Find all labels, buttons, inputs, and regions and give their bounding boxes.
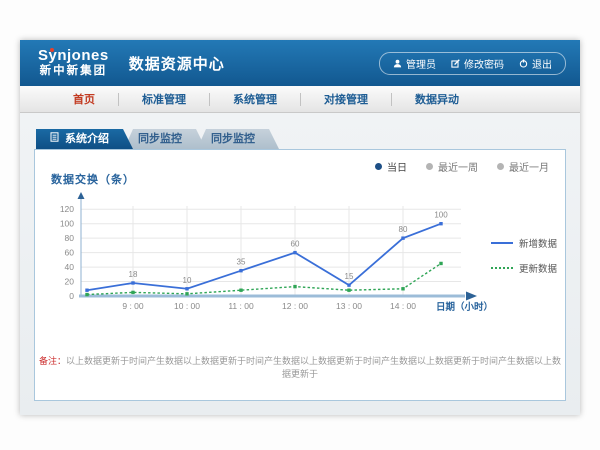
legend-label: 更新数据 [519,261,557,275]
time-filter-1[interactable]: 最近一周 [426,159,478,174]
user-action-edit[interactable]: 修改密码 [451,56,504,71]
user-action-label: 管理员 [406,56,436,71]
data-point [439,222,442,225]
footnote: 备注：以上数据更新于时间产生数据以上数据更新于时间产生数据以上数据更新于时间产生… [35,354,565,380]
y-axis-arrow-icon [78,192,85,199]
series-line-1 [87,263,441,294]
data-point-label: 35 [237,258,246,267]
x-axis-arrow-icon [466,292,477,301]
tab-label: 系统介绍 [65,129,109,149]
data-point [131,291,134,294]
user-action-user[interactable]: 管理员 [393,56,436,71]
legend-line-sample [491,242,513,244]
radio-dot-icon [375,163,382,170]
tab-strip: 系统介绍 同步监控 同步监控 [36,129,566,149]
data-point-label: 80 [399,225,408,234]
line-chart: 0 20 40 60 80 100 120 9 : 00 10 : 00 11 : 00 12 : … [45,190,495,325]
user-action-power[interactable]: 退出 [519,56,552,71]
nav-item-3[interactable]: 对接管理 [301,91,391,107]
x-axis-title: 日期（小时） [436,301,493,313]
y-tick-label: 0 [69,291,74,301]
tab-1[interactable]: 同步监控 [124,129,206,149]
nav-item-0[interactable]: 首页 [50,91,118,107]
footnote-prefix: 备注： [39,356,66,366]
data-point [239,289,242,292]
tab-2[interactable]: 同步监控 [197,129,279,149]
user-actions-bar: 管理员 修改密码 退出 [379,52,566,75]
radio-dot-icon [426,163,433,170]
chart-legend: 新增数据更新数据 [491,236,557,286]
x-tick-label: 10 : 00 [174,301,200,311]
nav-item-4[interactable]: 数据异动 [392,91,482,107]
main-nav: 首页标准管理系统管理对接管理数据异动 [20,86,580,113]
x-tick-label: 14 : 00 [390,301,416,311]
legend-line-sample [491,267,513,269]
data-point [439,262,442,265]
radio-label: 最近一月 [509,159,549,174]
company-logo: Synjones 新中新集团 [34,48,113,78]
data-point-label: 10 [183,276,192,285]
data-point [293,251,296,254]
y-tick-label: 60 [65,248,75,258]
app-header: Synjones 新中新集团 数据资源中心 管理员 修改密码 退出 [20,40,580,86]
legend-label: 新增数据 [519,236,557,250]
data-point [401,287,404,290]
logo-text: Synjones [38,48,109,63]
nav-item-2[interactable]: 系统管理 [210,91,300,107]
x-tick-label: 12 : 00 [282,301,308,311]
page-title: 数据资源中心 [129,53,225,74]
data-point [293,285,296,288]
tab-label: 同步监控 [138,133,182,145]
chart-panel: 当日 最近一周 最近一月 数据交换（条） 0 20 40 60 80 100 120 9 : 00… [34,149,566,401]
tab-0[interactable]: 系统介绍 [36,129,133,149]
footnote-text: 以上数据更新于时间产生数据以上数据更新于时间产生数据以上数据更新于时间产生数据以… [66,356,561,379]
series-line-0 [87,224,441,291]
data-point [185,292,188,295]
data-point-label: 18 [129,270,138,279]
y-tick-label: 20 [65,277,75,287]
data-point [401,236,404,239]
content-area: 系统介绍 同步监控 同步监控 当日 最近一周 最近一月 数据交换（条） 0 20 40 60 8… [20,113,580,415]
radio-dot-icon [497,163,504,170]
time-filter-2[interactable]: 最近一月 [497,159,549,174]
data-point [347,283,350,286]
data-point [131,281,134,284]
time-filter-group: 当日 最近一周 最近一月 [375,159,549,174]
data-point [347,289,350,292]
y-tick-label: 100 [60,219,74,229]
y-tick-label: 80 [65,233,75,243]
tab-label: 同步监控 [211,133,255,145]
user-action-label: 退出 [532,56,552,71]
user-icon [393,59,402,68]
power-icon [519,59,528,68]
data-point [239,269,242,272]
data-point [185,287,188,290]
logo-subtext: 新中新集团 [40,66,108,78]
x-tick-label: 13 : 00 [336,301,362,311]
data-point-label: 100 [434,211,448,220]
radio-label: 当日 [387,159,407,174]
x-tick-label: 9 : 00 [122,301,144,311]
x-tick-label: 11 : 00 [228,301,254,311]
data-point-label: 15 [345,272,354,281]
radio-label: 最近一周 [438,159,478,174]
app-window: Synjones 新中新集团 数据资源中心 管理员修改密码退出 首页标准管理系统… [20,40,580,415]
legend-item-0: 新增数据 [491,236,557,250]
y-tick-label: 120 [60,204,74,214]
data-point [85,289,88,292]
legend-item-1: 更新数据 [491,261,557,275]
time-filter-0[interactable]: 当日 [375,159,407,174]
data-point-label: 60 [291,240,300,249]
nav-item-1[interactable]: 标准管理 [119,91,209,107]
data-point [85,293,88,296]
chart-y-axis-title: 数据交换（条） [51,171,135,187]
y-tick-label: 40 [65,262,75,272]
document-icon [50,129,59,149]
user-action-label: 修改密码 [464,56,504,71]
edit-icon [451,59,460,68]
